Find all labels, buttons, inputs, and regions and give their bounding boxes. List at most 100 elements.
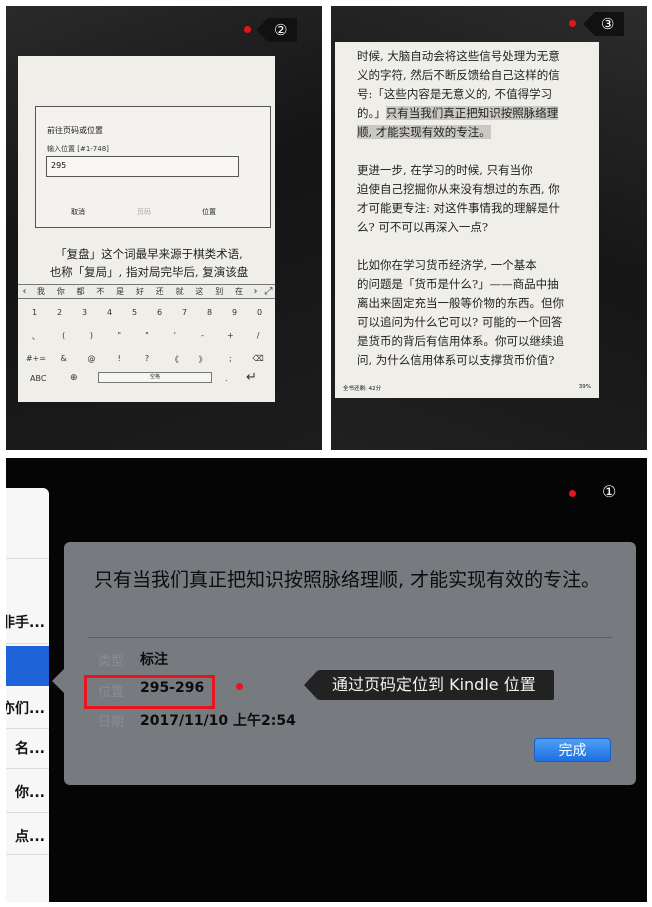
text-segment: 义的字符, 然后不断反馈给自己这样的信 bbox=[357, 68, 560, 82]
highlighted-text[interactable]: 顺, 才能实现有效的专注。 bbox=[357, 125, 491, 139]
book-text-line: 更进一步, 在学习的时候, 只有当你 bbox=[357, 162, 533, 178]
key[interactable]: 8 bbox=[197, 308, 222, 317]
candidate[interactable]: 是 bbox=[110, 286, 130, 297]
key[interactable]: ( bbox=[50, 331, 78, 342]
sidebar-item[interactable]: 点... bbox=[15, 826, 45, 846]
key[interactable]: ' bbox=[161, 331, 189, 342]
chevron-right-icon[interactable]: › bbox=[249, 286, 262, 297]
divider bbox=[6, 854, 49, 855]
done-button[interactable]: 完成 bbox=[534, 738, 611, 762]
step-badge-1: ① bbox=[602, 482, 617, 501]
key[interactable]: @ bbox=[78, 354, 106, 365]
key[interactable]: " bbox=[133, 331, 161, 342]
sidebar-item[interactable]: 非手... bbox=[6, 612, 45, 632]
book-text-line: 是货币的背后有信用体系。你可以继续追 bbox=[357, 333, 564, 349]
candidate[interactable]: 你 bbox=[51, 286, 71, 297]
key[interactable]: #+= bbox=[22, 354, 50, 365]
book-text-line: 问, 为什么信用体系可以支撑货币价值? bbox=[357, 352, 554, 368]
key[interactable]: " bbox=[105, 331, 133, 342]
keyboard-row-symbols: 、 ( ) " " ' - + / bbox=[22, 331, 272, 342]
key[interactable]: ! bbox=[105, 354, 133, 365]
sidebar-selected-item[interactable] bbox=[6, 646, 49, 686]
key[interactable]: + bbox=[216, 331, 244, 342]
candidate[interactable]: 都 bbox=[71, 286, 91, 297]
page-button[interactable]: 页码 bbox=[137, 207, 151, 217]
globe-icon[interactable]: ⊕ bbox=[70, 373, 78, 383]
body-line-1: 「复盘」这个词最早来源于棋类术语, bbox=[55, 247, 243, 261]
expand-icon[interactable]: ⤢ bbox=[262, 286, 275, 297]
book-text-line: 离出来固定充当一般等价物的东西。但你 bbox=[357, 295, 564, 311]
kindle-highlight-photo: ③ 时候, 大脑自动会将这些信号处理为无意 义的字符, 然后不断反馈给自己这样的信… bbox=[331, 6, 647, 450]
key[interactable]: 6 bbox=[147, 308, 172, 317]
text-segment: 么? 可不可以再深入一点? bbox=[357, 220, 488, 234]
divider bbox=[88, 637, 612, 638]
candidate[interactable]: 不 bbox=[90, 286, 110, 297]
text-segment: 迫使自己挖掘你从来没有想过的东西, 你 bbox=[357, 182, 560, 196]
key[interactable]: 》 bbox=[189, 354, 217, 365]
body-line-2: 也称「复局」, 指对局完毕后, 复演该盘 bbox=[49, 265, 249, 279]
step-badge-3: ③ bbox=[582, 12, 625, 36]
text-segment: 时候, 大脑自动会将这些信号处理为无意 bbox=[357, 49, 560, 63]
chevron-left-icon[interactable]: ‹ bbox=[18, 286, 31, 297]
location-button[interactable]: 位置 bbox=[202, 207, 216, 217]
enter-icon[interactable]: ↵ bbox=[246, 370, 257, 385]
book-text-line: 才可能更专注: 对这件事情我的理解是什 bbox=[357, 200, 560, 216]
candidate[interactable]: 我 bbox=[31, 286, 51, 297]
type-value: 标注 bbox=[140, 652, 168, 668]
location-input[interactable]: 295 bbox=[46, 156, 239, 177]
candidate[interactable]: 这 bbox=[190, 286, 210, 297]
progress-label: 39% bbox=[578, 384, 591, 390]
period-key[interactable]: . bbox=[225, 374, 228, 383]
key[interactable]: 3 bbox=[72, 308, 97, 317]
sidebar-item[interactable]: 你... bbox=[15, 782, 45, 802]
annotation-callout: 通过页码定位到 Kindle 位置 bbox=[304, 670, 554, 700]
book-text-line: 顺, 才能实现有效的专注。 bbox=[357, 124, 491, 140]
key[interactable]: 5 bbox=[122, 308, 147, 317]
step-badge-2: ② bbox=[255, 18, 298, 42]
book-text-line: 比如你在学习货币经济学, 一个基本 bbox=[357, 257, 537, 273]
key[interactable]: 1 bbox=[22, 308, 47, 317]
dialog-title: 前往页码或位置 bbox=[47, 126, 103, 135]
candidate[interactable]: 在 bbox=[229, 286, 249, 297]
note-text: 只有当我们真正把知识按照脉络理顺, 才能实现有效的专注。 bbox=[94, 569, 601, 591]
kindle-goto-dialog-photo: ② 前往页码或位置 输入位置 [#1-748] 295 取消 页码 位置 「复盘… bbox=[6, 6, 322, 450]
red-dot-marker bbox=[244, 26, 251, 33]
key[interactable]: ; bbox=[216, 354, 244, 365]
sidebar-item[interactable]: 亦们... bbox=[6, 698, 45, 718]
key[interactable]: ? bbox=[133, 354, 161, 365]
key[interactable]: ) bbox=[78, 331, 106, 342]
key[interactable]: / bbox=[244, 331, 272, 342]
key[interactable]: 7 bbox=[172, 308, 197, 317]
key[interactable]: 9 bbox=[222, 308, 247, 317]
candidate[interactable]: 还 bbox=[150, 286, 170, 297]
text-segment: 才可能更专注: 对这件事情我的理解是什 bbox=[357, 201, 561, 215]
text-segment: 离出来固定充当一般等价物的东西。但你 bbox=[357, 296, 564, 310]
book-text-line: 号:「这些内容是无意义的, 不值得学习 bbox=[357, 86, 552, 102]
divider bbox=[6, 643, 49, 644]
key[interactable]: 《 bbox=[161, 354, 189, 365]
key[interactable]: & bbox=[50, 354, 78, 365]
red-dot-marker bbox=[236, 683, 243, 690]
candidate[interactable]: 好 bbox=[130, 286, 150, 297]
abc-key[interactable]: ABC bbox=[30, 374, 46, 383]
kindle-screen: 前往页码或位置 输入位置 [#1-748] 295 取消 页码 位置 「复盘」这… bbox=[18, 56, 275, 402]
red-dot-marker bbox=[569, 20, 576, 27]
backspace-icon[interactable]: ⌫ bbox=[244, 354, 272, 365]
highlighted-text[interactable]: 只有当我们真正把知识按照脉络理 bbox=[385, 106, 559, 120]
key[interactable]: 、 bbox=[22, 331, 50, 342]
key[interactable]: 2 bbox=[47, 308, 72, 317]
goto-dialog: 前往页码或位置 输入位置 [#1-748] 295 取消 页码 位置 bbox=[35, 106, 271, 228]
text-segment: 可以追问为什么它可以? 可能的一个回答 bbox=[357, 315, 563, 329]
sidebar-item[interactable]: 名... bbox=[15, 738, 45, 758]
text-segment: 更进一步, 在学习的时候, 只有当你 bbox=[357, 163, 533, 177]
key[interactable]: - bbox=[189, 331, 217, 342]
candidate[interactable]: 别 bbox=[209, 286, 229, 297]
candidate[interactable]: 就 bbox=[170, 286, 190, 297]
note-detail-popover: 只有当我们真正把知识按照脉络理顺, 才能实现有效的专注。 类型 标注 位置 29… bbox=[52, 542, 636, 785]
key[interactable]: 0 bbox=[247, 308, 272, 317]
keyboard-row-numbers: 1 2 3 4 5 6 7 8 9 0 bbox=[22, 308, 272, 317]
cancel-button[interactable]: 取消 bbox=[71, 207, 85, 217]
mac-notes-photo: ① 非手... 亦们... 名... 你... 点... 只有当我们真正把知识按… bbox=[6, 458, 647, 902]
key[interactable]: 4 bbox=[97, 308, 122, 317]
space-key[interactable]: 空格 bbox=[98, 372, 212, 383]
